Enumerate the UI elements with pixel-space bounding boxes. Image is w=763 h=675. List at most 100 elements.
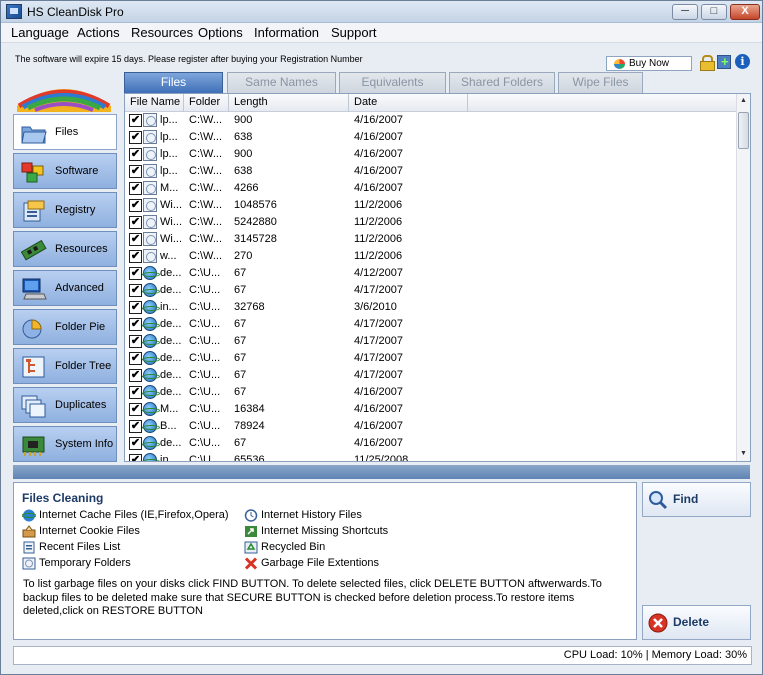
- table-row[interactable]: ✔ lp... C:\W... 900 4/16/2007: [125, 112, 737, 129]
- table-row[interactable]: ✔ w... C:\W... 270 11/2/2006: [125, 248, 737, 265]
- column-folder[interactable]: Folder: [184, 94, 229, 112]
- category-shortcuts[interactable]: Internet Missing Shortcuts: [244, 524, 388, 539]
- row-checkbox[interactable]: ✔: [129, 335, 142, 348]
- row-checkbox[interactable]: ✔: [129, 131, 142, 144]
- tab-same-names[interactable]: Same Names: [227, 72, 336, 93]
- category-recent[interactable]: Recent Files List: [22, 540, 120, 555]
- buy-now-button[interactable]: Buy Now: [606, 56, 692, 71]
- cell-date: 4/16/2007: [354, 420, 403, 432]
- row-checkbox[interactable]: ✔: [129, 437, 142, 450]
- table-row[interactable]: ✔ lp... C:\W... 638 4/16/2007: [125, 129, 737, 146]
- category-temp[interactable]: Temporary Folders: [22, 556, 131, 571]
- find-button[interactable]: Find: [642, 482, 751, 517]
- tab-equivalents[interactable]: Equivalents: [339, 72, 446, 93]
- cell-folder: C:\W...: [189, 131, 222, 143]
- add-icon[interactable]: [717, 54, 731, 69]
- cell-file-name: Wi...: [160, 199, 182, 211]
- menu-information[interactable]: Information: [254, 25, 319, 40]
- maximize-button[interactable]: □: [701, 4, 727, 20]
- row-checkbox[interactable]: ✔: [129, 148, 142, 161]
- row-checkbox[interactable]: ✔: [129, 216, 142, 229]
- scroll-down-icon[interactable]: ▼: [737, 447, 750, 461]
- lock-icon[interactable]: [700, 55, 715, 71]
- cell-file-name: M...: [160, 403, 179, 415]
- cell-length: 67: [234, 284, 247, 296]
- category-extensions[interactable]: Garbage File Extentions: [244, 556, 379, 571]
- table-row[interactable]: ✔ Wi... C:\W... 3145728 11/2/2006: [125, 231, 737, 248]
- table-row[interactable]: ✔ Wi... C:\W... 5242880 11/2/2006: [125, 214, 737, 231]
- category-cookies[interactable]: Internet Cookie Files: [22, 524, 140, 539]
- vertical-scrollbar[interactable]: ▲ ▼: [736, 94, 750, 461]
- table-row[interactable]: ✔ de... C:\U... 67 4/17/2007: [125, 350, 737, 367]
- nav-folder-pie[interactable]: Folder Pie: [13, 309, 117, 345]
- column-date[interactable]: Date: [349, 94, 468, 112]
- category-cache[interactable]: Internet Cache Files (IE,Firefox,Opera): [22, 508, 229, 523]
- cell-length: 5242880: [234, 216, 277, 228]
- table-row[interactable]: ✔ de... C:\U... 67 4/17/2007: [125, 316, 737, 333]
- tab-shared-folders[interactable]: Shared Folders: [449, 72, 555, 93]
- tab-wipe-files[interactable]: Wipe Files: [558, 72, 643, 93]
- category-history[interactable]: Internet History Files: [244, 508, 362, 523]
- row-checkbox[interactable]: ✔: [129, 420, 142, 433]
- close-button[interactable]: X: [730, 4, 760, 20]
- info-icon[interactable]: i: [735, 54, 750, 69]
- menu-support[interactable]: Support: [331, 25, 377, 40]
- row-checkbox[interactable]: ✔: [129, 199, 142, 212]
- nav-label: Files: [55, 126, 79, 138]
- nav-folder-tree[interactable]: Folder Tree: [13, 348, 117, 384]
- nav-resources[interactable]: Resources: [13, 231, 117, 267]
- row-checkbox[interactable]: ✔: [129, 114, 142, 127]
- table-row[interactable]: ✔ lp... C:\W... 900 4/16/2007: [125, 146, 737, 163]
- menu-language[interactable]: Language: [11, 25, 69, 40]
- table-row[interactable]: ✔ de... C:\U... 67 4/16/2007: [125, 384, 737, 401]
- row-checkbox[interactable]: ✔: [129, 318, 142, 331]
- nav-advanced[interactable]: Advanced: [13, 270, 117, 306]
- nav-files[interactable]: Files: [13, 114, 117, 150]
- cell-length: 4266: [234, 182, 259, 194]
- column-file-name[interactable]: File Name: [125, 94, 184, 112]
- title-bar[interactable]: HS CleanDisk Pro ─ □ X: [1, 1, 762, 23]
- table-row[interactable]: ✔ B... C:\U... 78924 4/16/2007: [125, 418, 737, 435]
- table-row[interactable]: ✔ in... C:\U... 65536 11/25/2008: [125, 452, 737, 461]
- table-row[interactable]: ✔ de... C:\U... 67 4/17/2007: [125, 282, 737, 299]
- row-checkbox[interactable]: ✔: [129, 386, 142, 399]
- internet-file-icon: [142, 351, 160, 365]
- table-row[interactable]: ✔ M... C:\U... 16384 4/16/2007: [125, 401, 737, 418]
- nav-registry[interactable]: Registry: [13, 192, 117, 228]
- row-checkbox[interactable]: ✔: [129, 301, 142, 314]
- nav-system-info[interactable]: System Info: [13, 426, 117, 462]
- menu-options[interactable]: Options: [198, 25, 243, 40]
- row-checkbox[interactable]: ✔: [129, 284, 142, 297]
- table-row[interactable]: ✔ M... C:\W... 4266 4/16/2007: [125, 180, 737, 197]
- scroll-up-icon[interactable]: ▲: [737, 94, 750, 108]
- find-label: Find: [673, 492, 699, 506]
- row-checkbox[interactable]: ✔: [129, 267, 142, 280]
- table-row[interactable]: ✔ in... C:\U... 32768 3/6/2010: [125, 299, 737, 316]
- row-checkbox[interactable]: ✔: [129, 352, 142, 365]
- tab-files[interactable]: Files: [124, 72, 223, 93]
- scroll-thumb[interactable]: [738, 112, 749, 149]
- minimize-button[interactable]: ─: [672, 4, 698, 20]
- table-row[interactable]: ✔ de... C:\U... 67 4/17/2007: [125, 333, 737, 350]
- cell-length: 32768: [234, 301, 265, 313]
- row-checkbox[interactable]: ✔: [129, 165, 142, 178]
- nav-software[interactable]: Software: [13, 153, 117, 189]
- nav-duplicates[interactable]: Duplicates: [13, 387, 117, 423]
- menu-actions[interactable]: Actions: [77, 25, 120, 40]
- table-row[interactable]: ✔ de... C:\U... 67 4/16/2007: [125, 435, 737, 452]
- category-recycle[interactable]: Recycled Bin: [244, 540, 325, 555]
- delete-button[interactable]: Delete: [642, 605, 751, 640]
- table-row[interactable]: ✔ de... C:\U... 67 4/12/2007: [125, 265, 737, 282]
- row-checkbox[interactable]: ✔: [129, 369, 142, 382]
- row-checkbox[interactable]: ✔: [129, 403, 142, 416]
- row-checkbox[interactable]: ✔: [129, 454, 142, 461]
- menu-resources[interactable]: Resources: [131, 25, 193, 40]
- row-checkbox[interactable]: ✔: [129, 182, 142, 195]
- table-row[interactable]: ✔ de... C:\U... 67 4/17/2007: [125, 367, 737, 384]
- app-logo: [17, 89, 111, 112]
- row-checkbox[interactable]: ✔: [129, 233, 142, 246]
- column-length[interactable]: Length: [229, 94, 349, 112]
- row-checkbox[interactable]: ✔: [129, 250, 142, 263]
- table-row[interactable]: ✔ Wi... C:\W... 1048576 11/2/2006: [125, 197, 737, 214]
- table-row[interactable]: ✔ lp... C:\W... 638 4/16/2007: [125, 163, 737, 180]
